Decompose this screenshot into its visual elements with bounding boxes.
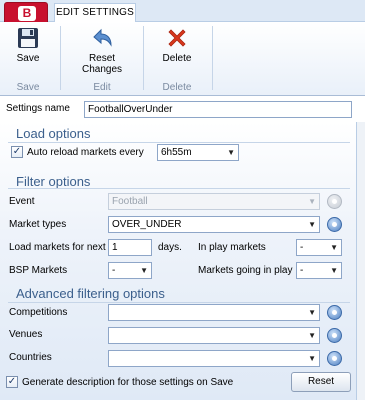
section-divider — [8, 302, 350, 303]
chevron-down-icon: ▼ — [308, 220, 316, 229]
chevron-down-icon: ▼ — [140, 266, 148, 275]
settings-name-input[interactable]: FootballOverUnder — [84, 101, 352, 118]
market-types-label: Market types — [9, 219, 67, 230]
bsp-markets-value: - — [112, 265, 116, 276]
group-label-save: Save — [16, 82, 40, 93]
settings-name-row: Settings name FootballOverUnder — [0, 96, 365, 122]
venues-settings-gear-icon[interactable] — [327, 328, 342, 343]
app-menu-button[interactable]: B — [4, 2, 48, 24]
markets-going-in-play-value: - — [300, 265, 304, 276]
ribbon-body: Save Save Reset Changes Edit Delete Dele… — [0, 22, 365, 96]
market-types-settings-gear-icon[interactable] — [327, 217, 342, 232]
market-types-select[interactable]: OVER_UNDER ▼ — [108, 216, 320, 233]
days-unit-label: days. — [158, 242, 182, 253]
chevron-down-icon: ▼ — [330, 243, 338, 252]
section-divider — [8, 142, 350, 143]
load-markets-next-label: Load markets for next — [9, 242, 106, 253]
undo-arrow-icon — [93, 28, 112, 47]
group-divider — [212, 26, 213, 90]
auto-reload-checkbox[interactable]: ✓ — [11, 146, 23, 158]
scrollbar[interactable] — [357, 122, 365, 400]
event-settings-gear-icon[interactable] — [327, 194, 342, 209]
competitions-settings-gear-icon[interactable] — [327, 305, 342, 320]
auto-reload-label: Auto reload markets every — [27, 147, 144, 158]
group-label-edit: Edit — [93, 82, 111, 93]
in-play-markets-value: - — [300, 242, 304, 253]
auto-reload-interval-value: 6h55m — [161, 147, 192, 158]
filter-options-heading: Filter options — [16, 174, 91, 189]
save-button[interactable]: Save — [8, 26, 48, 64]
generate-description-checkbox[interactable]: ✓ — [6, 376, 18, 388]
markets-going-in-play-label: Markets going in play — [198, 265, 293, 276]
load-markets-next-input[interactable]: 1 — [108, 239, 152, 256]
settings-name-label: Settings name — [6, 103, 70, 114]
event-value: Football — [112, 196, 148, 207]
chevron-down-icon: ▼ — [330, 266, 338, 275]
venues-label: Venues — [9, 329, 43, 340]
chevron-down-icon: ▼ — [308, 331, 316, 340]
market-types-value: OVER_UNDER — [112, 219, 182, 230]
bsp-markets-select[interactable]: - ▼ — [108, 262, 152, 279]
load-options-heading: Load options — [16, 126, 91, 141]
event-select[interactable]: Football ▼ — [108, 193, 320, 210]
auto-reload-interval-select[interactable]: 6h55m ▼ — [157, 144, 239, 161]
bsp-markets-label: BSP Markets — [9, 265, 68, 276]
reset-changes-label: Reset Changes — [81, 53, 123, 75]
ribbon-tab-strip: B EDIT SETTINGS — [0, 0, 365, 24]
advanced-filtering-heading: Advanced filtering options — [16, 286, 165, 301]
countries-select[interactable]: ▼ — [108, 350, 320, 367]
b-logo-icon: B — [18, 6, 36, 21]
chevron-down-icon: ▼ — [308, 197, 316, 206]
countries-label: Countries — [9, 352, 52, 363]
event-label: Event — [9, 196, 35, 207]
competitions-select[interactable]: ▼ — [108, 304, 320, 321]
group-divider — [143, 26, 144, 90]
check-icon: ✓ — [7, 376, 17, 387]
venues-select[interactable]: ▼ — [108, 327, 320, 344]
settings-panel: Load options ✓ Auto reload markets every… — [0, 122, 357, 400]
group-divider — [60, 26, 61, 90]
in-play-markets-select[interactable]: - ▼ — [296, 239, 342, 256]
chevron-down-icon: ▼ — [308, 308, 316, 317]
save-button-label: Save — [16, 53, 40, 64]
tab-edit-settings[interactable]: EDIT SETTINGS — [54, 3, 136, 23]
delete-button[interactable]: Delete — [152, 26, 202, 64]
in-play-markets-label: In play markets — [198, 242, 266, 253]
reset-changes-button[interactable]: Reset Changes — [70, 26, 134, 75]
delete-button-label: Delete — [162, 53, 192, 64]
floppy-disk-icon — [18, 28, 38, 48]
red-x-icon — [168, 29, 186, 47]
chevron-down-icon: ▼ — [308, 354, 316, 363]
check-icon: ✓ — [12, 146, 22, 157]
reset-button[interactable]: Reset — [291, 372, 351, 392]
section-divider — [8, 188, 350, 189]
generate-description-label: Generate description for those settings … — [22, 377, 234, 388]
group-label-delete: Delete — [162, 82, 192, 93]
countries-settings-gear-icon[interactable] — [327, 351, 342, 366]
chevron-down-icon: ▼ — [227, 148, 235, 157]
competitions-label: Competitions — [9, 307, 68, 318]
markets-going-in-play-select[interactable]: - ▼ — [296, 262, 342, 279]
